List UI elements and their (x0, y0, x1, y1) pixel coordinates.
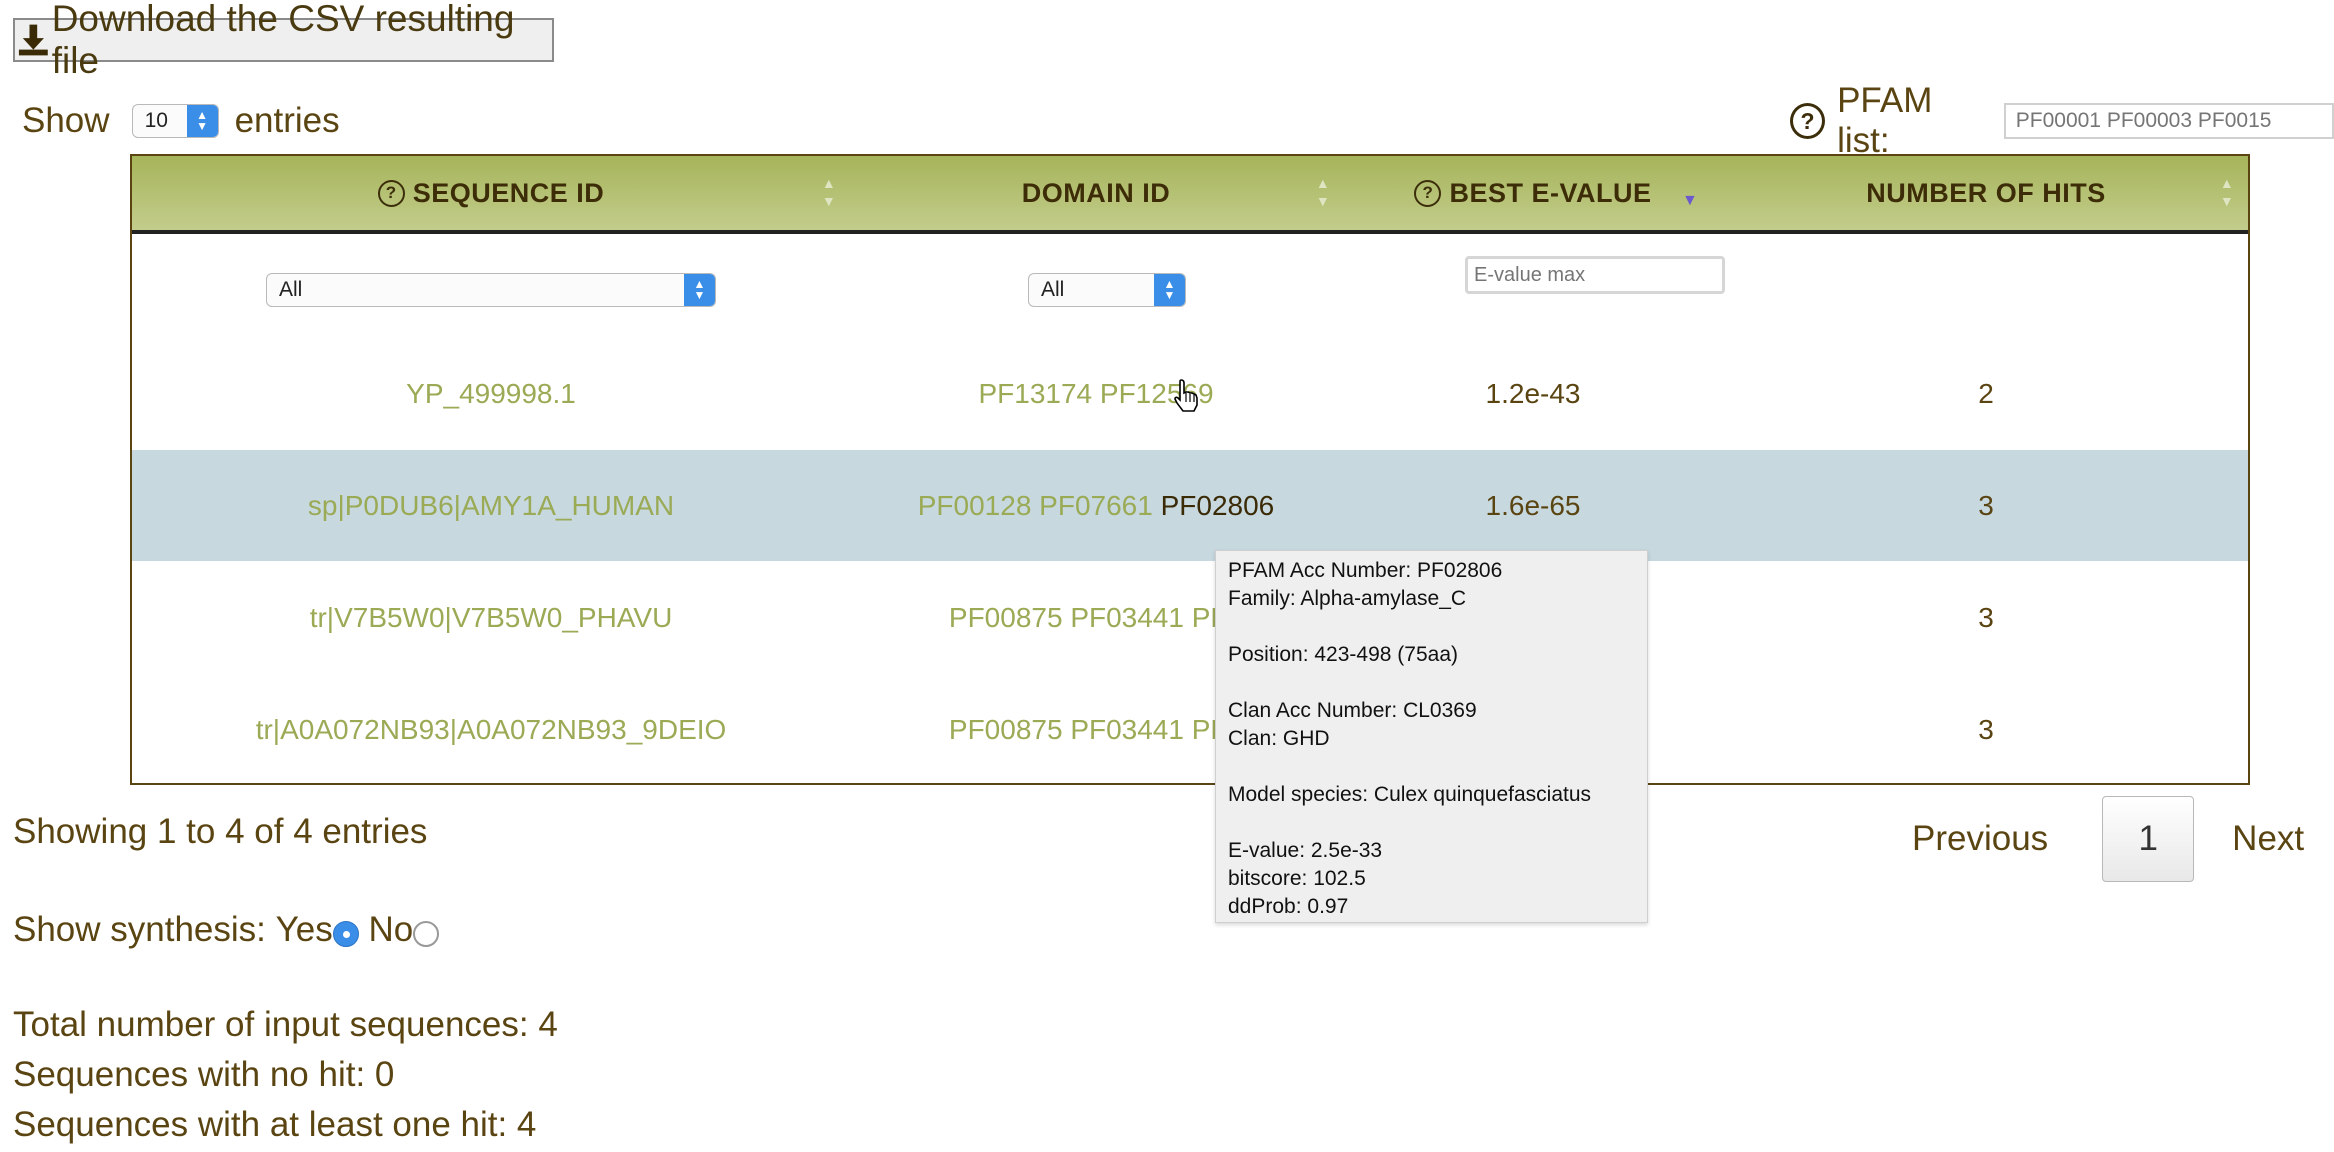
domain-ids: PF00128 PF07661 PF02806 (850, 450, 1342, 561)
col-best-evalue[interactable]: ? BEST E-VALUE ▼ (1342, 156, 1724, 230)
number-of-hits: 3 (1978, 489, 1994, 521)
show-label: Show (22, 101, 110, 140)
stat-no-hit: Sequences with no hit: 0 (13, 1055, 395, 1094)
tooltip-position: Position: 423-498 (75aa) (1228, 643, 1458, 666)
evalue-max-input[interactable] (1465, 256, 1725, 294)
sort-desc-icon: ▼ (1682, 192, 1699, 209)
sequence-id-link[interactable]: YP_499998.1 (132, 338, 850, 449)
tooltip-model-species: Model species: Culex quinquefasciatus (1228, 783, 1592, 806)
domain-link[interactable]: PF13174 (978, 378, 1092, 410)
tooltip-bitscore: bitscore: 102.5 (1228, 867, 1366, 890)
tooltip-acc-number: PFAM Acc Number: PF02806 (1228, 559, 1503, 582)
synthesis-no-radio[interactable] (413, 921, 440, 947)
help-icon[interactable]: ? (1790, 103, 1826, 139)
sequence-id-link[interactable]: sp|P0DUB6|AMY1A_HUMAN (132, 450, 850, 561)
download-csv-button[interactable]: Download the CSV resulting file (13, 0, 554, 81)
tooltip-evalue: E-value: 2.5e-33 (1228, 839, 1383, 862)
sort-icon: ▲ ▼ (821, 175, 837, 209)
col-best-evalue-label: BEST E-VALUE (1449, 177, 1652, 208)
entries-value: 10 (144, 109, 168, 132)
domain-link[interactable]: PF03441 (1070, 602, 1184, 634)
help-icon[interactable]: ? (1414, 179, 1442, 207)
col-sequence-id-label: SEQUENCE ID (412, 177, 605, 208)
tooltip-ddprob: ddProb: 0.97 (1228, 895, 1349, 918)
sequence-id-link[interactable]: tr|V7B5W0|V7B5W0_PHAVU (132, 562, 850, 673)
best-evalue: 1.2e-43 (1485, 377, 1581, 409)
col-number-of-hits[interactable]: NUMBER OF HITS ▲ ▼ (1724, 156, 2248, 230)
number-of-hits: 3 (1978, 713, 1994, 745)
previous-button[interactable]: Previous (1912, 819, 2048, 859)
pfam-filter: ? PFAM list: (1790, 81, 2334, 160)
help-icon[interactable]: ? (377, 179, 405, 207)
synthesis-yes-radio[interactable] (332, 921, 359, 947)
number-of-hits: 2 (1978, 377, 1994, 409)
sequence-id-link[interactable]: tr|A0A072NB93|A0A072NB93_9DEIO (132, 674, 850, 785)
entries-label: entries (234, 101, 340, 140)
chevron-updown-icon: ▲ ▼ (684, 274, 715, 306)
domain-link[interactable]: PF00128 (918, 490, 1032, 522)
length-menu: Show 10 ▲ ▼ entries (22, 96, 340, 146)
results-table: ? SEQUENCE ID ▲ ▼ DOMAIN ID ▲ ▼ ? BEST E-V… (130, 154, 2250, 785)
domain-tooltip: PFAM Acc Number: PF02806 Family: Alpha-a… (1215, 550, 1648, 923)
download-icon (18, 24, 48, 56)
sequence-filter-value: All (279, 278, 303, 301)
col-sequence-id[interactable]: ? SEQUENCE ID ▲ ▼ (132, 156, 850, 230)
domain-filter-select[interactable]: All ▲ ▼ (1028, 273, 1186, 307)
chevron-updown-icon: ▲ ▼ (1154, 274, 1185, 306)
table-header: ? SEQUENCE ID ▲ ▼ DOMAIN ID ▲ ▼ ? BEST E-V… (132, 156, 2248, 234)
sort-icon: ▲ ▼ (1315, 175, 1331, 209)
domain-link[interactable]: PF07661 (1039, 490, 1153, 522)
chevron-updown-icon: ▲ ▼ (186, 105, 218, 137)
tooltip-clan-acc: Clan Acc Number: CL0369 (1228, 699, 1477, 722)
number-of-hits: 3 (1978, 601, 1994, 633)
col-domain-id[interactable]: DOMAIN ID ▲ ▼ (850, 156, 1342, 230)
pfam-list-input[interactable] (2003, 103, 2334, 139)
page-button-current[interactable]: 1 (2102, 796, 2195, 882)
table-info: Showing 1 to 4 of 4 entries (13, 812, 428, 851)
pagination: Previous 1 Next (1912, 796, 2304, 882)
pfam-label: PFAM list: (1837, 81, 1933, 160)
synthesis-toggle: Show synthesis: Yes No (13, 902, 440, 958)
stat-total-sequences: Total number of input sequences: 4 (13, 1005, 558, 1044)
domain-ids: PF13174 PF12569 (850, 338, 1342, 449)
synthesis-yes-label: Yes (275, 910, 333, 949)
col-domain-id-label: DOMAIN ID (1021, 177, 1171, 208)
domain-link[interactable]: PF00875 (949, 714, 1063, 746)
entries-select[interactable]: 10 ▲ ▼ (131, 104, 219, 138)
best-evalue: 1.6e-65 (1485, 489, 1581, 521)
col-number-of-hits-label: NUMBER OF HITS (1866, 177, 2106, 208)
synthesis-no-label: No (368, 910, 414, 949)
synthesis-label: Show synthesis: (13, 910, 266, 949)
domain-link-hovered[interactable]: PF02806 (1161, 490, 1275, 522)
table-row: tr|A0A072NB93|A0A072NB93_9DEIO PF00875 P… (132, 674, 2248, 785)
next-button[interactable]: Next (2232, 819, 2304, 859)
tooltip-family: Family: Alpha-amylase_C (1228, 587, 1467, 610)
table-row: tr|V7B5W0|V7B5W0_PHAVU PF00875 PF03441 P… (132, 562, 2248, 673)
domain-filter-value: All (1041, 278, 1065, 301)
domain-link[interactable]: PF00875 (949, 602, 1063, 634)
stat-at-least-one-hit: Sequences with at least one hit: 4 (13, 1105, 537, 1144)
domain-link[interactable]: PF03441 (1070, 714, 1184, 746)
table-row: sp|P0DUB6|AMY1A_HUMAN PF00128 PF07661 PF… (132, 450, 2248, 561)
download-label: Download the CSV resulting file (51, 0, 515, 81)
sequence-filter-select[interactable]: All ▲ ▼ (266, 273, 716, 307)
sort-icon: ▲ ▼ (2219, 175, 2235, 209)
hand-cursor-icon (1174, 379, 1198, 412)
tooltip-clan: Clan: GHD (1228, 727, 1330, 750)
